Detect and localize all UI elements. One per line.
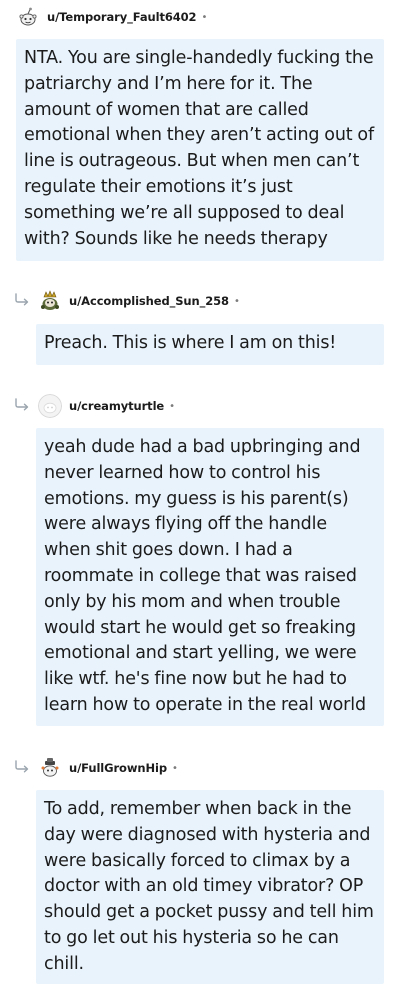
comment-body: Preach. This is where I am on this!	[36, 324, 384, 365]
snoo-avatar-icon[interactable]	[16, 5, 40, 29]
reply-arrow-icon	[15, 398, 29, 411]
separator-dot: •	[171, 762, 178, 774]
comment-header: u/Accomplished_Sun_258 •	[38, 288, 240, 314]
comment-text: yeah dude had a bad upbringing and never…	[44, 437, 366, 715]
comment-text: To add, remember when back in the day we…	[44, 799, 374, 974]
comment-username[interactable]: u/creamyturtle	[69, 399, 164, 413]
comment-text: NTA. You are single-handedly fucking the…	[24, 48, 374, 249]
comment-body: yeah dude had a bad upbringing and never…	[36, 428, 384, 726]
comment-text: Preach. This is where I am on this!	[44, 333, 337, 353]
snoo-avatar-icon[interactable]	[38, 394, 62, 418]
comment-username[interactable]: u/Accomplished_Sun_258	[69, 294, 229, 308]
comment-body: To add, remember when back in the day we…	[36, 790, 384, 984]
comment-username[interactable]: u/Temporary_Fault6402	[47, 10, 197, 24]
snoo-avatar-icon[interactable]	[38, 756, 62, 780]
comment-body: NTA. You are single-handedly fucking the…	[16, 39, 384, 261]
separator-dot: •	[233, 295, 240, 307]
separator-dot: •	[201, 11, 208, 23]
snoo-avatar-icon[interactable]	[38, 289, 62, 313]
reply-arrow-icon	[15, 293, 29, 306]
separator-dot: •	[169, 400, 176, 412]
comment-header: u/FullGrownHip •	[38, 755, 178, 781]
comment-header: u/Temporary_Fault6402 •	[16, 4, 207, 30]
comment-username[interactable]: u/FullGrownHip	[69, 761, 167, 775]
reply-arrow-icon	[15, 760, 29, 773]
comment-header: u/creamyturtle •	[38, 393, 175, 419]
